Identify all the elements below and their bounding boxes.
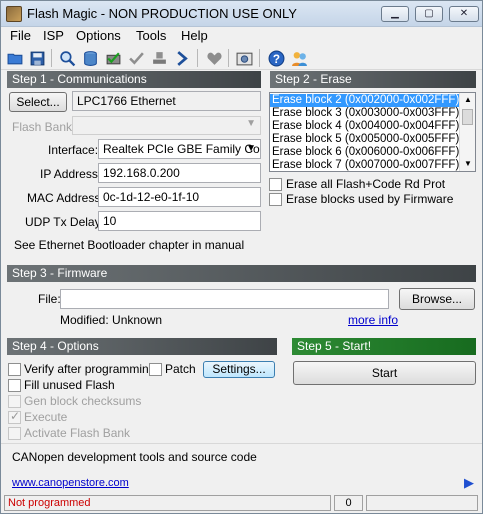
step5-header: Step 5 - Start! — [292, 338, 476, 355]
menu-isp[interactable]: ISP — [43, 28, 64, 44]
more-info-link[interactable]: more info — [348, 313, 398, 327]
patch-checkbox[interactable] — [149, 363, 162, 376]
activate-flash-bank-checkbox[interactable] — [8, 427, 21, 440]
ip-address-field[interactable]: 192.168.0.200 — [98, 163, 261, 183]
progress-bar — [366, 495, 478, 511]
menu-tools[interactable]: Tools — [136, 28, 166, 44]
list-scrollbar[interactable]: ▲ ▼ — [459, 93, 475, 171]
toolbar: ? — [1, 46, 482, 70]
camera-icon[interactable] — [234, 48, 254, 68]
list-item[interactable]: Erase block 2 (0x002000-0x002FFF) — [270, 94, 459, 107]
fill-unused-checkbox[interactable] — [8, 379, 21, 392]
close-button[interactable]: ✕ — [449, 6, 479, 22]
interface-select[interactable]: Realtek PCIe GBE Family Cor ▼ — [98, 139, 261, 159]
start-button[interactable]: Start — [293, 361, 476, 385]
minimize-icon: ▁ — [391, 8, 399, 19]
menu-help[interactable]: Help — [181, 28, 208, 44]
list-item[interactable]: Erase block 5 (0x005000-0x005FFF) — [270, 133, 459, 146]
activate-flash-bank-label: Activate Flash Bank — [24, 426, 131, 440]
list-item[interactable]: Erase block 4 (0x004000-0x004FFF) — [270, 120, 459, 133]
device-field: LPC1766 Ethernet — [72, 91, 261, 111]
window-title: Flash Magic - NON PRODUCTION USE ONLY — [27, 6, 297, 21]
flash-bank-label: Flash Bank: — [12, 120, 76, 134]
title-bar: Flash Magic - NON PRODUCTION USE ONLY ▁ … — [1, 1, 482, 27]
menu-bar: File ISP Options Tools Help — [1, 27, 482, 46]
stamp-icon[interactable] — [149, 48, 169, 68]
scrollbar-thumb[interactable] — [462, 109, 473, 125]
erase-block-list[interactable]: Erase block 2 (0x002000-0x002FFF) Erase … — [269, 92, 476, 172]
status-text: Not programmed — [4, 495, 331, 511]
erase-all-label: Erase all Flash+Code Rd Prot — [286, 177, 446, 191]
flash-bank-select[interactable]: ▼ — [72, 116, 261, 135]
execute-checkbox[interactable] — [8, 409, 21, 424]
menu-options[interactable]: Options — [76, 28, 121, 44]
promo-text: CANopen development tools and source cod… — [12, 450, 257, 464]
erase-used-label: Erase blocks used by Firmware — [286, 192, 454, 206]
udp-tx-delay-field[interactable]: 10 — [98, 211, 261, 231]
erase-used-checkbox[interactable] — [269, 193, 282, 206]
close-icon: ✕ — [459, 8, 469, 19]
erase-block-items: Erase block 2 (0x002000-0x002FFF) Erase … — [270, 94, 459, 171]
toolbar-separator — [197, 49, 198, 67]
open-folder-icon[interactable] — [5, 48, 25, 68]
modified-text: Modified: Unknown — [60, 313, 163, 327]
program-icon[interactable] — [103, 48, 123, 68]
chevron-down-icon: ▼ — [246, 143, 256, 154]
save-icon[interactable] — [27, 48, 47, 68]
select-device-button[interactable]: Select... — [9, 92, 67, 112]
list-item[interactable]: Erase block 7 (0x007000-0x007FFF) — [270, 159, 459, 171]
menu-file[interactable]: File — [10, 28, 31, 44]
file-label: File: — [38, 292, 61, 306]
go-arrow-icon[interactable] — [172, 48, 192, 68]
list-item[interactable]: Erase block 6 (0x006000-0x006FFF) — [270, 146, 459, 159]
heart-icon[interactable] — [204, 48, 224, 68]
database-icon[interactable] — [80, 48, 100, 68]
patch-label: Patch — [165, 362, 196, 376]
main-window: Flash Magic - NON PRODUCTION USE ONLY ▁ … — [0, 0, 483, 514]
list-item[interactable]: Erase block 3 (0x003000-0x003FFF) — [270, 107, 459, 120]
firmware-file-field[interactable] — [60, 289, 389, 309]
toolbar-separator — [228, 49, 229, 67]
verify-label: Verify after programming — [24, 362, 156, 376]
canopenstore-link[interactable]: www.canopenstore.com — [12, 477, 129, 489]
mac-address-label: MAC Address: — [27, 191, 104, 205]
scroll-down-icon[interactable]: ▼ — [464, 159, 472, 168]
gen-checksums-checkbox[interactable] — [8, 395, 21, 408]
search-icon[interactable] — [57, 48, 77, 68]
flash-magic-app-icon — [6, 6, 22, 22]
interface-value: Realtek PCIe GBE Family Cor — [103, 142, 261, 156]
gen-checksums-label: Gen block checksums — [24, 394, 142, 408]
udp-tx-delay-label: UDP Tx Delay: — [25, 215, 104, 229]
mac-address-field[interactable]: 0c-1d-12-e0-1f-10 — [98, 187, 261, 207]
erase-all-checkbox[interactable] — [269, 178, 282, 191]
step2-header: Step 2 - Erase — [270, 71, 476, 88]
ethernet-note: See Ethernet Bootloader chapter in manua… — [14, 238, 245, 252]
settings-button[interactable]: Settings... — [203, 361, 275, 378]
browse-button[interactable]: Browse... — [399, 288, 475, 310]
checkmark-icon[interactable] — [126, 48, 146, 68]
ip-address-label: IP Address: — [40, 167, 102, 181]
execute-label: Execute — [24, 410, 68, 424]
footer-divider — [1, 443, 482, 444]
interface-label: Interface: — [48, 143, 99, 157]
toolbar-separator — [51, 49, 52, 67]
step4-header: Step 4 - Options — [7, 338, 277, 355]
toolbar-separator — [259, 49, 260, 67]
verify-checkbox[interactable] — [8, 363, 21, 376]
maximize-icon: ▢ — [424, 8, 434, 19]
play-arrow-icon[interactable]: ▶ — [464, 475, 474, 491]
maximize-button[interactable]: ▢ — [415, 6, 443, 22]
people-icon[interactable] — [289, 48, 309, 68]
fill-unused-label: Fill unused Flash — [24, 378, 115, 392]
minimize-button[interactable]: ▁ — [381, 6, 409, 22]
step1-header: Step 1 - Communications — [7, 71, 261, 88]
status-count: 0 — [334, 495, 363, 511]
chevron-down-icon: ▼ — [246, 118, 256, 129]
svg-text:?: ? — [272, 52, 279, 65]
scroll-up-icon[interactable]: ▲ — [464, 95, 472, 104]
step3-header: Step 3 - Firmware — [7, 265, 476, 282]
help-icon[interactable]: ? — [266, 48, 286, 68]
